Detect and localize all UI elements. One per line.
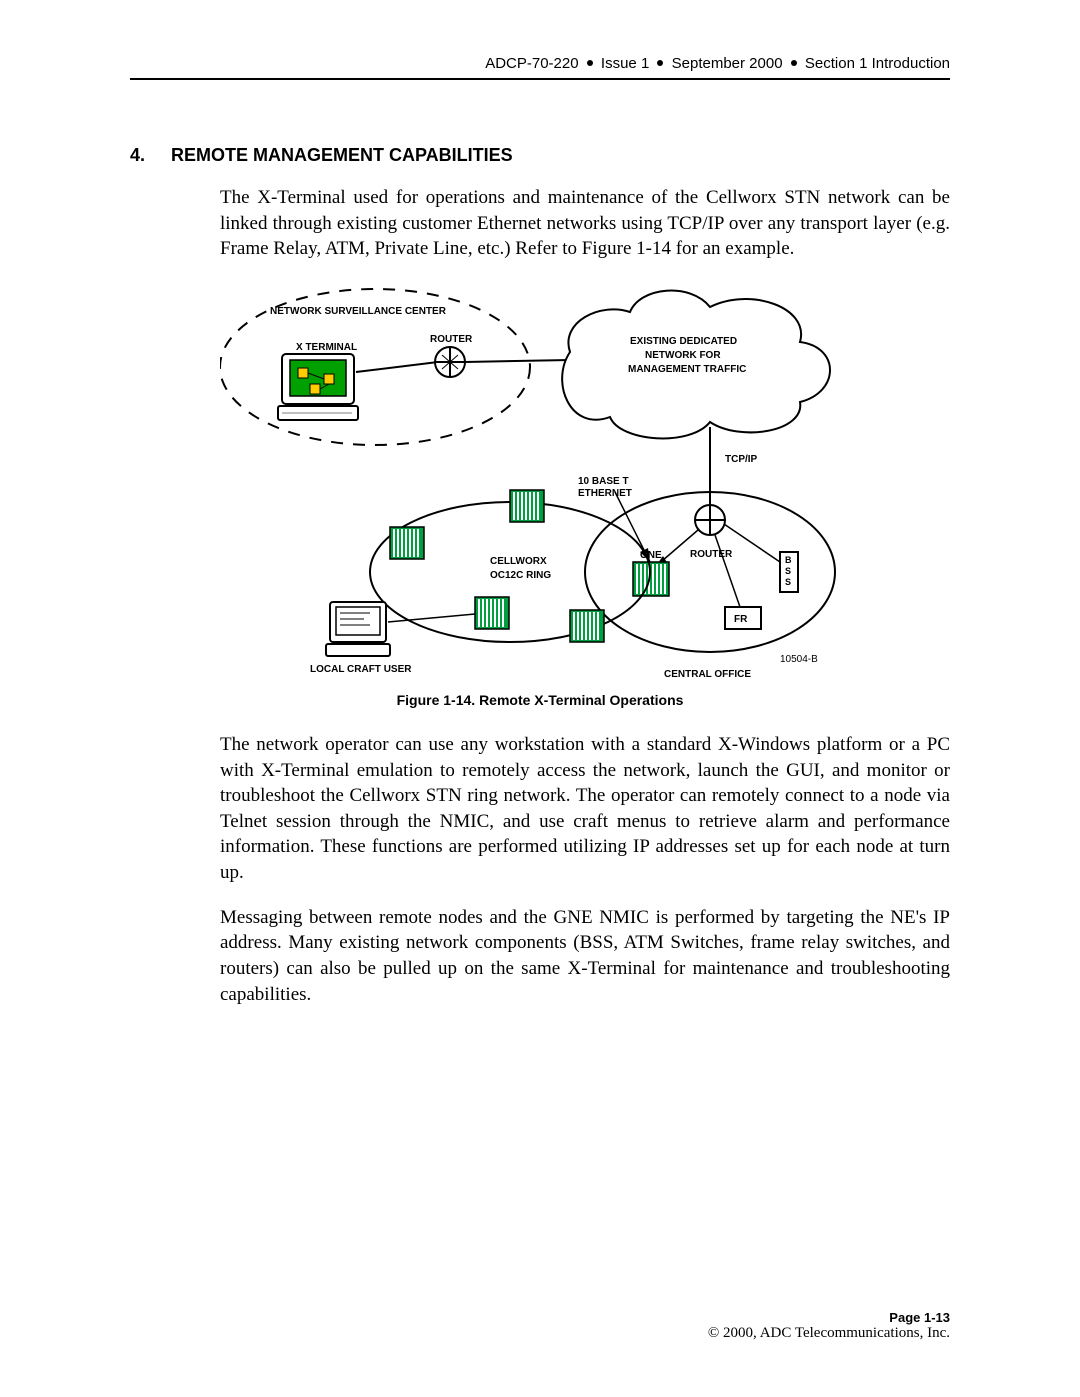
label-bss-s2: S	[785, 577, 791, 587]
label-nsc: NETWORK SURVEILLANCE CENTER	[270, 306, 447, 317]
x-terminal-icon	[278, 354, 358, 420]
gne-node	[633, 562, 669, 596]
bullet-icon	[657, 60, 663, 66]
paragraph-2: The network operator can use any worksta…	[220, 732, 950, 886]
copyright: © 2000, ADC Telecommunications, Inc.	[708, 1325, 950, 1342]
page-number: Page 1-13	[708, 1310, 950, 1325]
bullet-icon	[587, 60, 593, 66]
label-central-office: CENTRAL OFFICE	[664, 669, 751, 680]
figure-caption: Figure 1-14. Remote X-Terminal Operation…	[220, 692, 860, 708]
paragraph-3: Messaging between remote nodes and the G…	[220, 905, 950, 1008]
paragraph-1: The X-Terminal used for operations and m…	[220, 185, 950, 262]
figure-diagram: NETWORK SURVEILLANCE CENTER X TERMINAL	[220, 282, 860, 682]
label-router2: ROUTER	[690, 549, 733, 560]
label-xterminal: X TERMINAL	[296, 342, 357, 353]
label-local-craft: LOCAL CRAFT USER	[310, 664, 412, 675]
label-router1: ROUTER	[430, 334, 473, 345]
label-10baset-2: ETHERNET	[578, 488, 632, 499]
label-img-id: 10504-B	[780, 654, 818, 665]
label-existing-3: MANAGEMENT TRAFFIC	[628, 364, 746, 375]
link-xterm-router	[356, 362, 438, 372]
header-section: Section 1 Introduction	[805, 55, 950, 72]
bullet-icon	[791, 60, 797, 66]
label-fr: FR	[734, 614, 748, 625]
label-bss-s1: S	[785, 566, 791, 576]
section-heading: 4. REMOTE MANAGEMENT CAPABILITIES	[130, 145, 950, 166]
link-router-cloud	[465, 360, 570, 362]
header-date: September 2000	[672, 55, 783, 72]
section-number: 4.	[130, 145, 166, 166]
label-cellworx-2: OC12C RING	[490, 570, 551, 581]
label-10baset-1: 10 BASE T	[578, 476, 629, 487]
page-header: ADCP-70-220 Issue 1 September 2000 Secti…	[130, 55, 950, 80]
label-tcpip: TCP/IP	[725, 454, 758, 465]
page-footer: Page 1-13 © 2000, ADC Telecommunications…	[708, 1310, 950, 1342]
header-issue: Issue 1	[601, 55, 649, 72]
label-existing-1: EXISTING DEDICATED	[630, 336, 737, 347]
label-cellworx-1: CELLWORX	[490, 556, 547, 567]
local-craft-icon	[326, 602, 390, 656]
label-bss-b: B	[785, 555, 792, 565]
header-docid: ADCP-70-220	[485, 55, 578, 72]
document-page: ADCP-70-220 Issue 1 September 2000 Secti…	[0, 0, 1080, 1397]
section-title: REMOTE MANAGEMENT CAPABILITIES	[171, 145, 513, 165]
label-existing-2: NETWORK FOR	[645, 350, 721, 361]
network-diagram-svg: NETWORK SURVEILLANCE CENTER X TERMINAL	[220, 282, 860, 682]
